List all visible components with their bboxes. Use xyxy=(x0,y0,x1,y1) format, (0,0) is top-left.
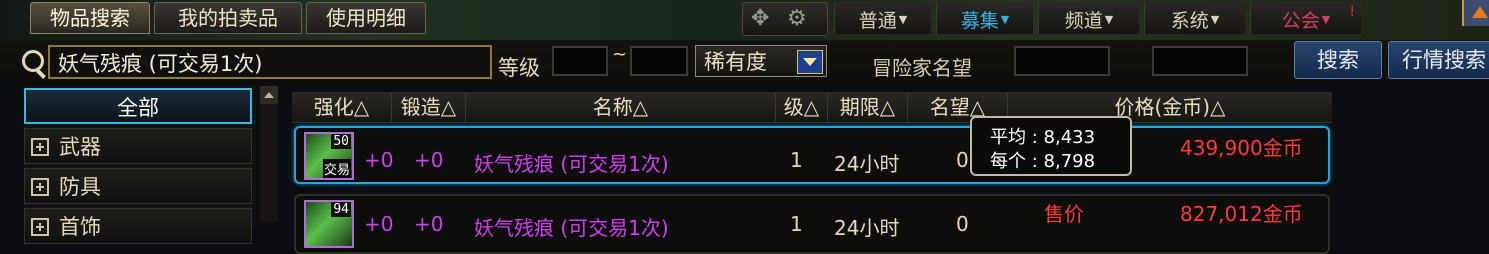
item-level-badge: 94 xyxy=(331,202,351,217)
row-enhance: +0 xyxy=(364,212,394,236)
menu-system[interactable]: 系统 ▼ xyxy=(1144,2,1245,34)
tooltip-avg-row: 平均 : 8,433 xyxy=(990,123,1095,149)
rarity-label: 稀有度 xyxy=(704,50,767,74)
tooltip-avg-label: 平均 xyxy=(990,127,1026,148)
price-tooltip: 平均 : 8,433 每个 : 8,798 xyxy=(970,116,1132,176)
gear-icon[interactable]: ⚙ xyxy=(787,3,807,35)
chevron-down-icon: ▼ xyxy=(1000,13,1010,26)
category-weapon-label: 武器 xyxy=(59,135,101,159)
header-level[interactable]: 级△ xyxy=(776,92,828,122)
fame-max-input[interactable] xyxy=(1152,46,1248,76)
chevron-down-icon: ▼ xyxy=(898,13,908,26)
category-all[interactable]: 全部 xyxy=(24,88,252,124)
menu-guild-label: 公会 xyxy=(1281,10,1320,32)
row-level: 1 xyxy=(790,148,803,172)
header-name[interactable]: 名称△ xyxy=(466,92,776,122)
row-item-name: 妖气残痕 (可交易1次) xyxy=(474,216,669,240)
category-accessory[interactable]: 首饰 xyxy=(24,208,252,244)
search-icon xyxy=(22,50,44,72)
level-label: 等级 xyxy=(498,56,540,80)
row-period: 24小时 xyxy=(834,152,900,176)
category-weapon[interactable]: 武器 xyxy=(24,128,252,164)
menu-recruit[interactable]: 募集 ▼ xyxy=(936,2,1033,34)
menu-channel-label: 频道 xyxy=(1064,10,1103,32)
results-table-header: 强化△ 锻造△ 名称△ 级△ 期限△ 名望△ 价格(金币)△ xyxy=(292,92,1332,123)
category-armor[interactable]: 防具 xyxy=(24,168,252,204)
row-fame: 0 xyxy=(956,212,969,236)
fame-min-input[interactable] xyxy=(1014,46,1110,76)
tooltip-each-value: 8,798 xyxy=(1043,151,1096,172)
header-enhance[interactable]: 强化△ xyxy=(292,92,392,122)
tab-my-auctions[interactable]: 我的拍卖品 xyxy=(154,2,302,34)
category-all-label: 全部 xyxy=(117,96,159,120)
level-min-input[interactable] xyxy=(552,46,608,76)
row-forge: +0 xyxy=(414,212,444,236)
category-scrollbar[interactable] xyxy=(260,86,278,222)
menu-normal[interactable]: 普通 ▼ xyxy=(834,2,931,34)
chevron-down-icon: ▼ xyxy=(1321,13,1331,26)
move-icon[interactable]: ✥ xyxy=(751,3,769,35)
row-price: 827,012金币 xyxy=(1180,202,1303,226)
menu-normal-label: 普通 xyxy=(858,10,897,32)
header-forge[interactable]: 锻造△ xyxy=(392,92,466,122)
menu-system-label: 系统 xyxy=(1170,10,1209,32)
fame-filter-label: 冒险家名望 xyxy=(872,56,972,80)
item-tradeable-badge: 交易 xyxy=(322,159,351,178)
expand-plus-icon[interactable] xyxy=(31,138,49,156)
chevron-down-icon: ▼ xyxy=(1210,13,1220,26)
expand-plus-icon[interactable] xyxy=(31,218,49,236)
market-search-button[interactable]: 行情搜索 xyxy=(1388,41,1489,79)
rarity-select[interactable]: 稀有度 xyxy=(695,45,827,77)
row-level: 1 xyxy=(790,212,803,236)
row-item-name: 妖气残痕 (可交易1次) xyxy=(474,152,669,176)
tooltip-colon: : xyxy=(1026,127,1044,148)
category-armor-label: 防具 xyxy=(59,175,101,199)
notification-icon: ! xyxy=(1349,4,1355,20)
expand-plus-icon[interactable] xyxy=(31,178,49,196)
scroll-up-arrow-icon[interactable] xyxy=(260,86,278,104)
search-input[interactable]: 妖气残痕 (可交易1次) xyxy=(48,45,492,79)
tab-item-search[interactable]: 物品搜索 xyxy=(30,2,150,34)
chevron-down-icon: ▼ xyxy=(1104,13,1114,26)
menu-recruit-label: 募集 xyxy=(960,10,999,32)
row-forge: +0 xyxy=(414,148,444,172)
row-price: 439,900金币 xyxy=(1180,136,1303,160)
tab-usage-details[interactable]: 使用明细 xyxy=(306,2,426,34)
level-range-separator: ~ xyxy=(612,44,628,65)
search-button[interactable]: 搜索 xyxy=(1294,41,1382,79)
move-gear-toolbar[interactable]: ✥ ⚙ xyxy=(742,2,828,36)
tooltip-each-label: 每个 xyxy=(990,151,1026,172)
header-period[interactable]: 期限△ xyxy=(828,92,908,122)
item-level-badge: 50 xyxy=(331,134,351,149)
menu-guild[interactable]: 公会 ▼ ! xyxy=(1250,2,1361,34)
menu-channel[interactable]: 频道 ▼ xyxy=(1038,2,1139,34)
corner-menu-icon[interactable] xyxy=(1462,0,1489,26)
item-icon: 94 xyxy=(304,200,354,248)
row-period: 24小时 xyxy=(834,216,900,240)
row-fame: 0 xyxy=(956,148,969,172)
row-enhance: +0 xyxy=(364,148,394,172)
tooltip-colon: : xyxy=(1026,151,1044,172)
tooltip-avg-value: 8,433 xyxy=(1043,127,1096,148)
table-row[interactable]: 50 交易 +0 +0 妖气残痕 (可交易1次) 1 24小时 0 439,90… xyxy=(294,126,1330,184)
level-max-input[interactable] xyxy=(630,46,688,76)
row-sell-label: 售价 xyxy=(1044,202,1084,226)
tooltip-each-row: 每个 : 8,798 xyxy=(990,147,1095,173)
table-row[interactable]: 94 +0 +0 妖气残痕 (可交易1次) 1 24小时 0 售价 827,01… xyxy=(294,194,1330,254)
item-icon: 50 交易 xyxy=(304,132,354,180)
dropdown-arrow-icon[interactable] xyxy=(797,50,823,74)
